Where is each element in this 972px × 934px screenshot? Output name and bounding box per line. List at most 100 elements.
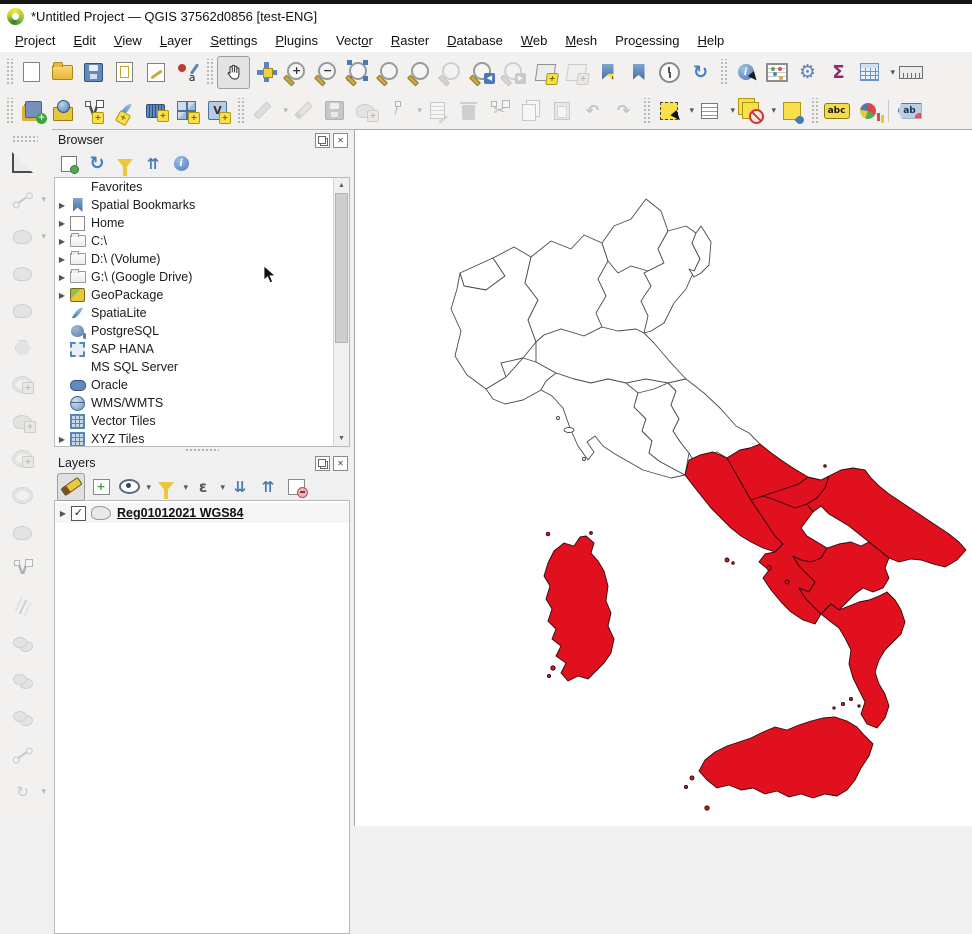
new-project-button[interactable] xyxy=(17,58,46,87)
toolbar-grip[interactable] xyxy=(12,135,38,142)
browser-item-g-google-drive[interactable]: ▶G:\ (Google Drive) xyxy=(55,268,349,286)
show-layout-manager-button[interactable] xyxy=(141,58,170,87)
expander-icon[interactable]: ▶ xyxy=(55,219,69,228)
collapse-all-button[interactable]: ⇈ xyxy=(256,475,280,499)
browser-item-wms-wmts[interactable]: WMS/WMTS xyxy=(55,394,349,412)
filter-by-expression-button[interactable]: ε xyxy=(191,475,215,499)
layer-expander-icon[interactable]: ▶ xyxy=(55,509,71,518)
data-source-manager-button[interactable] xyxy=(17,96,46,125)
browser-item-sap-hana[interactable]: SAP HANA xyxy=(55,340,349,358)
scale-bar-tool[interactable] xyxy=(8,148,37,177)
select-by-value-button[interactable] xyxy=(695,96,724,125)
zoom-to-selection-button[interactable] xyxy=(376,58,405,87)
collapse-all-button[interactable]: ⇈ xyxy=(141,152,165,176)
pan-map-button[interactable] xyxy=(217,56,250,89)
expander-icon[interactable]: ▶ xyxy=(55,255,69,264)
processing-toolbox-button[interactable]: ⚙ xyxy=(793,58,822,87)
browser-item-geopackage[interactable]: ▶GeoPackage xyxy=(55,286,349,304)
browser-item-vector-tiles[interactable]: Vector Tiles xyxy=(55,412,349,430)
zoom-to-layer-button[interactable] xyxy=(407,58,436,87)
scroll-down-icon[interactable]: ▼ xyxy=(334,431,349,446)
select-features-button[interactable] xyxy=(654,96,683,125)
expander-icon[interactable]: ▶ xyxy=(55,291,69,300)
filter-browser-button[interactable] xyxy=(113,152,137,176)
browser-item-favorites[interactable]: Favorites xyxy=(55,178,349,196)
menu-vector[interactable]: Vector xyxy=(327,30,382,51)
pan-to-selection-button[interactable] xyxy=(252,58,281,87)
scroll-up-icon[interactable]: ▲ xyxy=(334,178,349,193)
temporal-controller-button[interactable] xyxy=(655,58,684,87)
menu-plugins[interactable]: Plugins xyxy=(266,30,327,51)
deselect-features-button[interactable] xyxy=(736,96,765,125)
menu-view[interactable]: View xyxy=(105,30,151,51)
new-mesh-layer-button[interactable]: V xyxy=(203,96,232,125)
browser-item-oracle[interactable]: Oracle xyxy=(55,376,349,394)
menu-processing[interactable]: Processing xyxy=(606,30,688,51)
toolbar-grip[interactable] xyxy=(810,98,818,124)
expander-icon[interactable]: ▶ xyxy=(55,237,69,246)
toolbar-grip[interactable] xyxy=(5,59,13,85)
add-selected-layers-button[interactable] xyxy=(57,152,81,176)
toolbar-grip[interactable] xyxy=(236,98,244,124)
browser-item-spatial-bookmarks[interactable]: ▶Spatial Bookmarks xyxy=(55,196,349,214)
refresh-map-button[interactable]: ↻ xyxy=(686,58,715,87)
menu-raster[interactable]: Raster xyxy=(382,30,438,51)
manage-map-themes-button[interactable] xyxy=(117,475,141,499)
layer-visibility-checkbox[interactable]: ✓ xyxy=(71,506,86,521)
menu-settings[interactable]: Settings xyxy=(201,30,266,51)
new-virtual-layer-button[interactable] xyxy=(172,96,201,125)
new-map-view-button[interactable] xyxy=(531,58,560,87)
remove-layer-button[interactable] xyxy=(284,475,308,499)
browser-item-d-volume[interactable]: ▶D:\ (Volume) xyxy=(55,250,349,268)
select-by-location-button[interactable] xyxy=(777,96,806,125)
expander-icon[interactable]: ▶ xyxy=(55,201,69,210)
browser-item-c[interactable]: ▶C:\ xyxy=(55,232,349,250)
show-spatial-bookmarks-button[interactable] xyxy=(624,58,653,87)
browser-item-spatialite[interactable]: SpatiaLite xyxy=(55,304,349,322)
open-project-button[interactable] xyxy=(48,58,77,87)
zoom-in-button[interactable] xyxy=(283,58,312,87)
layers-close-button[interactable]: ✕ xyxy=(333,456,348,471)
menu-project[interactable]: Project xyxy=(6,30,64,51)
add-group-button[interactable]: + xyxy=(89,475,113,499)
browser-item-home[interactable]: ▶Home xyxy=(55,214,349,232)
measure-button[interactable] xyxy=(896,58,925,87)
browser-properties-button[interactable]: i xyxy=(169,152,193,176)
menu-edit[interactable]: Edit xyxy=(64,30,104,51)
statistical-summary-button[interactable] xyxy=(762,58,791,87)
zoom-out-button[interactable] xyxy=(314,58,343,87)
map-tips-button[interactable]: ab xyxy=(895,96,924,125)
browser-scrollbar[interactable]: ▲ ▼ xyxy=(333,178,349,446)
browser-item-xyz-tiles[interactable]: ▶XYZ Tiles xyxy=(55,430,349,447)
layer-diagram-button[interactable] xyxy=(853,96,882,125)
browser-close-button[interactable]: ✕ xyxy=(333,133,348,148)
new-print-layout-button[interactable] xyxy=(110,58,139,87)
expand-all-button[interactable]: ⇊ xyxy=(228,475,252,499)
expander-icon[interactable]: ▶ xyxy=(55,273,69,282)
new-spatial-bookmark-button[interactable] xyxy=(593,58,622,87)
browser-float-button[interactable] xyxy=(315,133,330,148)
filter-legend-button[interactable] xyxy=(154,475,178,499)
open-attribute-table-button[interactable] xyxy=(855,58,884,87)
browser-item-ms-sql-server[interactable]: MS SQL Server xyxy=(55,358,349,376)
new-shapefile-layer-button[interactable]: V xyxy=(79,96,108,125)
style-manager-button[interactable] xyxy=(172,58,201,87)
refresh-browser-button[interactable]: ↻ xyxy=(85,152,109,176)
open-layer-styling-button[interactable] xyxy=(57,473,85,501)
new-spatialite-layer-button[interactable] xyxy=(110,96,139,125)
menu-mesh[interactable]: Mesh xyxy=(556,30,606,51)
expander-icon[interactable]: ▶ xyxy=(55,435,69,444)
toolbar-grip[interactable] xyxy=(205,59,213,85)
layer-labeling-button[interactable]: abc xyxy=(822,96,851,125)
menu-layer[interactable]: Layer xyxy=(151,30,202,51)
save-project-button[interactable] xyxy=(79,58,108,87)
layer-row[interactable]: ▶ ✓ Reg01012021 WGS84 xyxy=(55,503,349,523)
menu-database[interactable]: Database xyxy=(438,30,512,51)
toolbar-grip[interactable] xyxy=(719,59,727,85)
add-data-source-button[interactable] xyxy=(48,96,77,125)
zoom-last-button[interactable] xyxy=(469,58,498,87)
map-canvas[interactable] xyxy=(354,129,972,826)
identify-features-button[interactable]: i xyxy=(731,58,760,87)
browser-item-postgresql[interactable]: PostgreSQL xyxy=(55,322,349,340)
layers-float-button[interactable] xyxy=(315,456,330,471)
